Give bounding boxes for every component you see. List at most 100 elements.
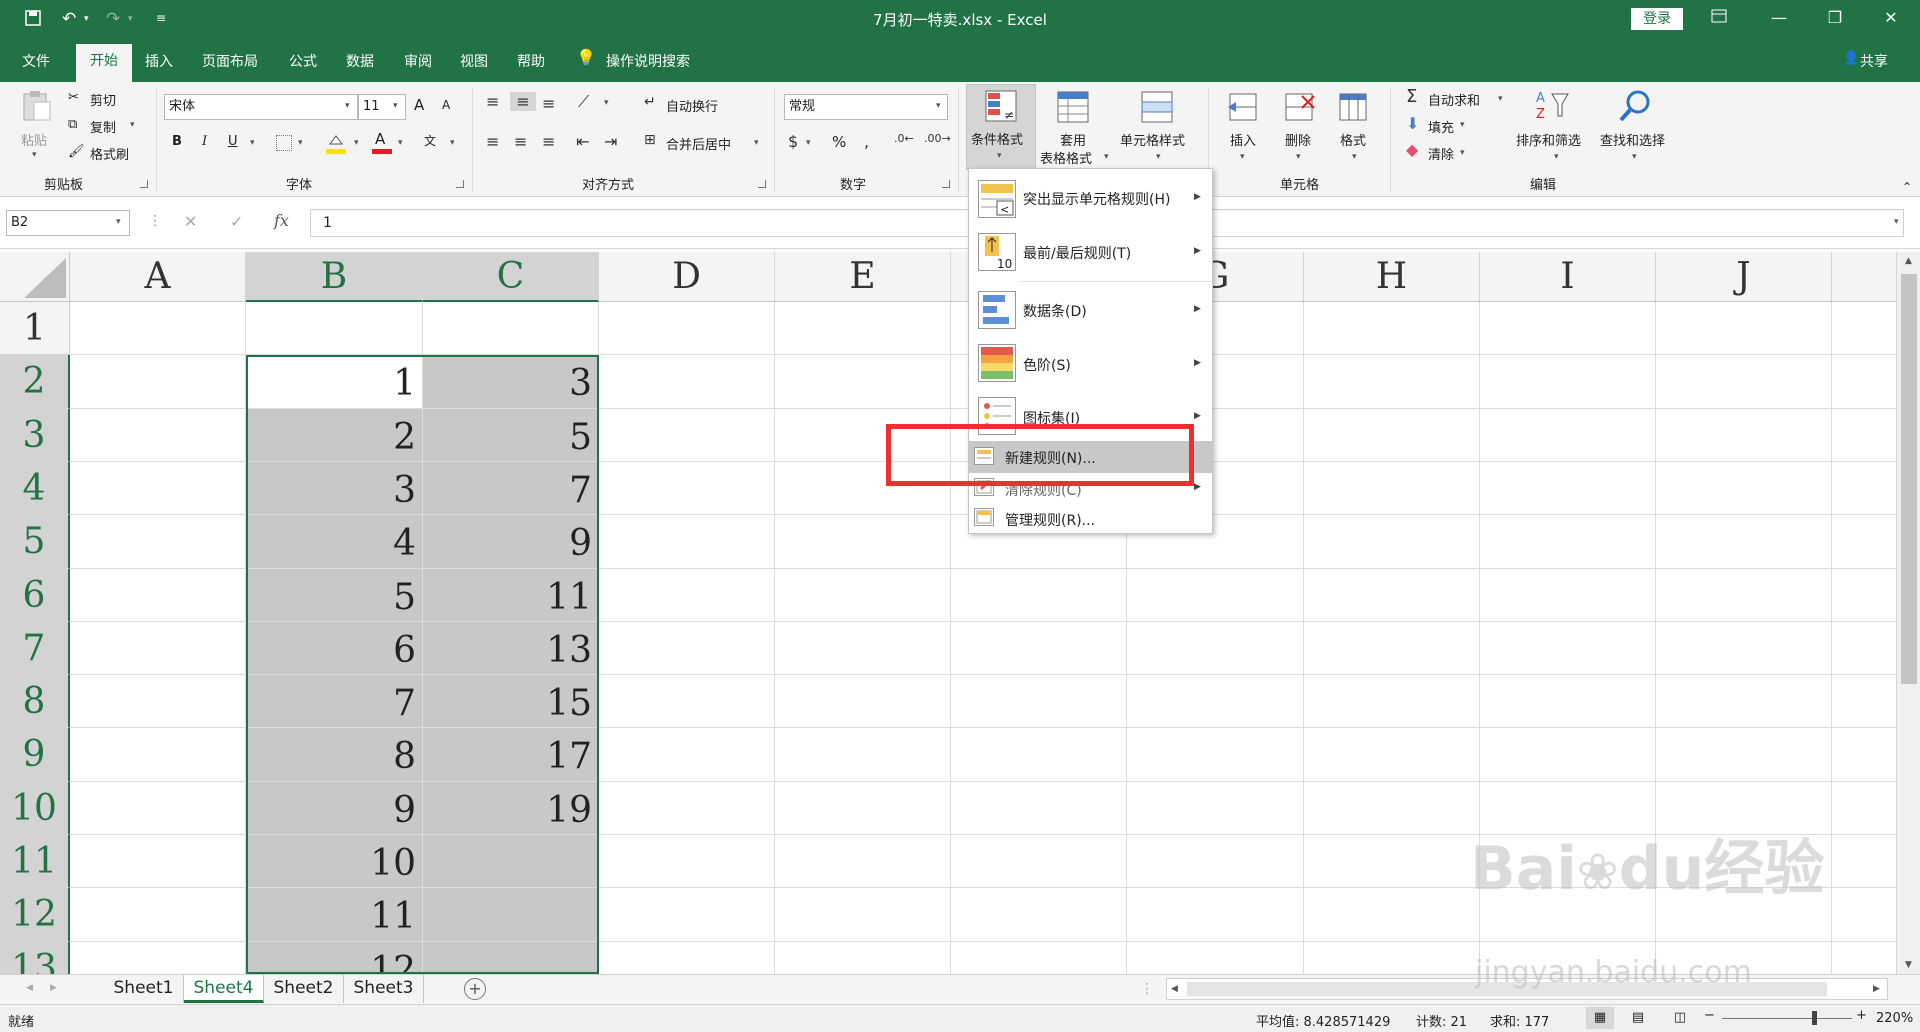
wrap-text-button[interactable]: 自动换行 bbox=[666, 96, 718, 115]
cell-a5[interactable] bbox=[70, 515, 246, 569]
cell-f12[interactable] bbox=[951, 888, 1127, 942]
cell-c13[interactable] bbox=[423, 942, 599, 974]
cell-a3[interactable] bbox=[70, 409, 246, 462]
cell-j8[interactable] bbox=[1656, 675, 1832, 728]
sheet-tab-sheet1[interactable]: Sheet1 bbox=[104, 975, 184, 1003]
cut-button[interactable]: 剪切 bbox=[90, 90, 116, 109]
cut-icon[interactable]: ✂ bbox=[68, 90, 79, 105]
chevron-down-icon[interactable]: ▾ bbox=[1104, 152, 1109, 162]
conditional-formatting-button[interactable]: ≠ 条件格式 ▾ bbox=[966, 84, 1036, 170]
chevron-down-icon[interactable]: ▾ bbox=[345, 101, 350, 111]
cell-a1[interactable] bbox=[70, 302, 246, 355]
cell-c12[interactable] bbox=[423, 888, 599, 942]
cell-h10[interactable] bbox=[1304, 782, 1480, 835]
cell-j9[interactable] bbox=[1656, 728, 1832, 782]
format-as-table-label-1[interactable]: 套用 bbox=[1060, 130, 1086, 149]
tell-me-search[interactable]: 操作说明搜索 bbox=[606, 51, 690, 71]
underline-button[interactable]: U bbox=[228, 134, 238, 149]
cell-k12[interactable] bbox=[1832, 888, 1896, 942]
cell-e8[interactable] bbox=[775, 675, 951, 728]
chevron-down-icon[interactable]: ▾ bbox=[1240, 152, 1245, 162]
cell-a8[interactable] bbox=[70, 675, 246, 728]
cell-e7[interactable] bbox=[775, 622, 951, 675]
row-header-4[interactable]: 4 bbox=[0, 462, 70, 515]
row-header-7[interactable]: 7 bbox=[0, 622, 70, 675]
paste-label[interactable]: 粘贴 bbox=[21, 130, 47, 149]
cell-a9[interactable] bbox=[70, 728, 246, 782]
cell-d7[interactable] bbox=[599, 622, 775, 675]
status-average[interactable]: 平均值: 8.428571429 bbox=[1256, 1011, 1390, 1030]
cell-f11[interactable] bbox=[951, 835, 1127, 888]
cell-h7[interactable] bbox=[1304, 622, 1480, 675]
row-header-10[interactable]: 10 bbox=[0, 782, 70, 835]
cell-c11[interactable] bbox=[423, 835, 599, 888]
cell-b6[interactable]: 5 bbox=[246, 569, 423, 622]
comma-style-icon[interactable]: , bbox=[864, 132, 869, 151]
chevron-down-icon[interactable]: ▾ bbox=[1498, 94, 1503, 104]
cell-h11[interactable] bbox=[1304, 835, 1480, 888]
cell-i5[interactable] bbox=[1480, 515, 1656, 569]
align-bottom-icon[interactable]: ≡ bbox=[542, 94, 555, 113]
cell-f9[interactable] bbox=[951, 728, 1127, 782]
chevron-down-icon[interactable]: ▾ bbox=[130, 120, 135, 130]
chevron-down-icon[interactable]: ▾ bbox=[398, 138, 403, 148]
cell-h1[interactable] bbox=[1304, 302, 1480, 355]
chevron-down-icon[interactable]: ▾ bbox=[1554, 152, 1559, 162]
cell-h6[interactable] bbox=[1304, 569, 1480, 622]
cell-c4[interactable]: 7 bbox=[423, 462, 599, 515]
autosum-icon[interactable]: Σ bbox=[1406, 86, 1417, 107]
cell-i3[interactable] bbox=[1480, 409, 1656, 462]
cell-k2[interactable] bbox=[1832, 355, 1896, 409]
cell-g6[interactable] bbox=[1127, 569, 1304, 622]
row-header-1[interactable]: 1 bbox=[0, 302, 70, 355]
decrease-indent-icon[interactable]: ⇤ bbox=[576, 132, 589, 151]
cell-c8[interactable]: 15 bbox=[423, 675, 599, 728]
decrease-decimal-icon[interactable]: .00→ bbox=[924, 132, 951, 145]
chevron-down-icon[interactable]: ▾ bbox=[1460, 120, 1465, 130]
cell-k9[interactable] bbox=[1832, 728, 1896, 782]
status-count[interactable]: 计数: 21 bbox=[1416, 1011, 1467, 1030]
cell-k3[interactable] bbox=[1832, 409, 1896, 462]
wrap-text-icon[interactable]: ↵ bbox=[644, 94, 656, 110]
find-select-label[interactable]: 查找和选择 bbox=[1600, 130, 1665, 149]
row-header-2[interactable]: 2 bbox=[0, 355, 70, 409]
dialog-launcher-icon[interactable] bbox=[758, 180, 766, 188]
cell-d10[interactable] bbox=[599, 782, 775, 835]
cell-b3[interactable]: 2 bbox=[246, 409, 423, 462]
tab-home[interactable]: 开始 bbox=[76, 44, 132, 82]
tab-page-layout[interactable]: 页面布局 bbox=[202, 51, 258, 71]
cell-k5[interactable] bbox=[1832, 515, 1896, 569]
cell-e1[interactable] bbox=[775, 302, 951, 355]
sort-filter-label[interactable]: 排序和筛选 bbox=[1516, 130, 1581, 149]
cell-e6[interactable] bbox=[775, 569, 951, 622]
share-button[interactable]: 共享 bbox=[1860, 51, 1888, 71]
cell-i9[interactable] bbox=[1480, 728, 1656, 782]
cell-j2[interactable] bbox=[1656, 355, 1832, 409]
tab-help[interactable]: 帮助 bbox=[517, 51, 545, 71]
cell-c3[interactable]: 5 bbox=[423, 409, 599, 462]
enter-icon[interactable]: ✓ bbox=[230, 212, 243, 231]
row-header-8[interactable]: 8 bbox=[0, 675, 70, 728]
dialog-launcher-icon[interactable] bbox=[942, 180, 950, 188]
cell-d1[interactable] bbox=[599, 302, 775, 355]
cell-h4[interactable] bbox=[1304, 462, 1480, 515]
cell-k6[interactable] bbox=[1832, 569, 1896, 622]
cell-f6[interactable] bbox=[951, 569, 1127, 622]
cell-c1[interactable] bbox=[423, 302, 599, 355]
cell-k13[interactable] bbox=[1832, 942, 1896, 974]
row-header-13[interactable]: 13 bbox=[0, 942, 70, 974]
cell-i8[interactable] bbox=[1480, 675, 1656, 728]
tab-data[interactable]: 数据 bbox=[346, 51, 374, 71]
chevron-down-icon[interactable]: ▾ bbox=[32, 150, 37, 160]
cell-e12[interactable] bbox=[775, 888, 951, 942]
format-painter-icon[interactable]: 🖌 bbox=[68, 144, 85, 159]
cell-e5[interactable] bbox=[775, 515, 951, 569]
format-as-table-icon[interactable] bbox=[1056, 90, 1092, 130]
cell-c5[interactable]: 9 bbox=[423, 515, 599, 569]
zoom-slider-thumb[interactable] bbox=[1812, 1011, 1817, 1025]
cell-j5[interactable] bbox=[1656, 515, 1832, 569]
insert-function-icon[interactable]: fx bbox=[274, 211, 289, 230]
number-format-combo[interactable]: 常规 bbox=[784, 94, 948, 120]
cell-d3[interactable] bbox=[599, 409, 775, 462]
collapse-ribbon-icon[interactable]: ⌃ bbox=[1902, 180, 1912, 194]
